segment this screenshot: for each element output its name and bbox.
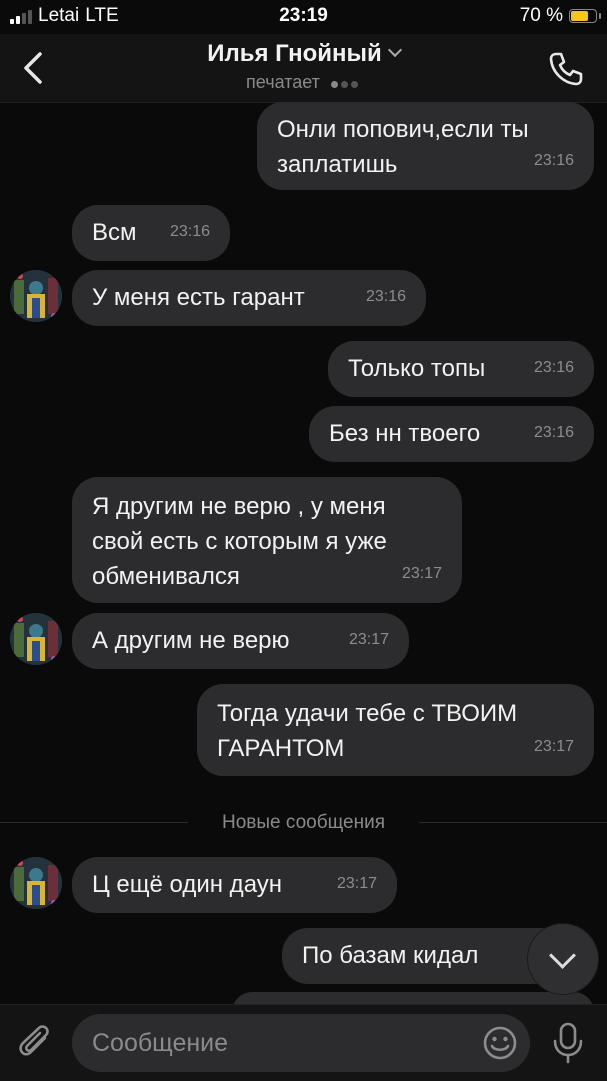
battery-icon <box>569 9 601 23</box>
paperclip-icon[interactable] <box>18 1023 54 1063</box>
avatar-image <box>10 613 62 665</box>
message-text: У меня есть гарант <box>92 284 305 311</box>
message-text: Тогда удачи тебе с ТВОИМ ГАРАНТОМ <box>217 700 518 762</box>
typing-status: печатает <box>0 72 607 93</box>
battery-percent: 70 % <box>519 5 563 26</box>
message-composer <box>0 1004 607 1081</box>
message-time: 23:17 <box>348 631 389 648</box>
message-incoming[interactable]: Всм 23:16 <box>72 205 230 261</box>
typing-label: печатает <box>246 72 320 92</box>
message-time: 23:17 <box>336 875 377 892</box>
chevron-down-icon <box>549 942 576 969</box>
message-outgoing[interactable]: Тогда удачи тебе с ТВОИМ ГАРАНТОМ 23:17 <box>197 684 594 776</box>
message-time: 23:16 <box>169 223 210 240</box>
message-outgoing[interactable]: Только топы 23:16 <box>328 341 594 397</box>
message-time: 23:16 <box>365 288 406 305</box>
message-text: А другим не верю <box>92 627 290 654</box>
message-time: 23:17 <box>401 565 442 582</box>
message-time: 23:16 <box>533 424 574 441</box>
emoji-icon[interactable] <box>482 1025 518 1061</box>
message-text: Ц ещё один даун <box>92 871 283 898</box>
avatar-image <box>10 857 62 909</box>
message-incoming[interactable]: У меня есть гарант 23:16 <box>72 270 426 326</box>
avatar[interactable] <box>10 613 62 665</box>
new-messages-divider: Новые сообщения <box>0 808 607 838</box>
message-text: По базам кидал <box>302 942 479 969</box>
message-text: Онли попович,если ты заплатишь <box>277 116 529 178</box>
message-input[interactable] <box>72 1014 530 1072</box>
status-bar: Letai LTE 23:19 70 % <box>0 0 607 34</box>
message-time: 23:16 <box>533 152 574 169</box>
chat-title-area[interactable]: Илья Гнойный печатает <box>0 40 607 93</box>
message-outgoing[interactable]: Онли попович,если ты заплатишь 23:16 <box>257 102 594 190</box>
chat-header: Илья Гнойный печатает <box>0 34 607 103</box>
divider-line <box>419 822 607 823</box>
battery-fill <box>571 11 588 21</box>
message-incoming[interactable]: Ц ещё один даун 23:17 <box>72 857 397 913</box>
scroll-to-bottom-button[interactable] <box>528 924 598 994</box>
message-incoming[interactable]: Я другим не верю , у меня свой есть с ко… <box>72 477 462 603</box>
avatar[interactable] <box>10 857 62 909</box>
message-incoming[interactable]: А другим не верю 23:17 <box>72 613 409 669</box>
battery-info: 70 % <box>519 5 601 27</box>
phone-icon[interactable] <box>547 50 585 88</box>
chevron-down-icon[interactable] <box>387 42 402 58</box>
divider-label: Новые сообщения <box>222 812 385 833</box>
avatar-image <box>10 270 62 322</box>
message-time: 23:17 <box>533 738 574 755</box>
message-outgoing[interactable]: Без нн твоего 23:16 <box>309 406 594 462</box>
message-time: 23:16 <box>533 359 574 376</box>
microphone-icon[interactable] <box>550 1021 586 1065</box>
clock: 23:19 <box>279 5 328 26</box>
avatar[interactable] <box>10 270 62 322</box>
typing-dots-icon <box>330 72 361 93</box>
message-text: Я другим не верю , у меня свой есть с ко… <box>92 493 387 590</box>
contact-name[interactable]: Илья Гнойный <box>207 40 382 67</box>
